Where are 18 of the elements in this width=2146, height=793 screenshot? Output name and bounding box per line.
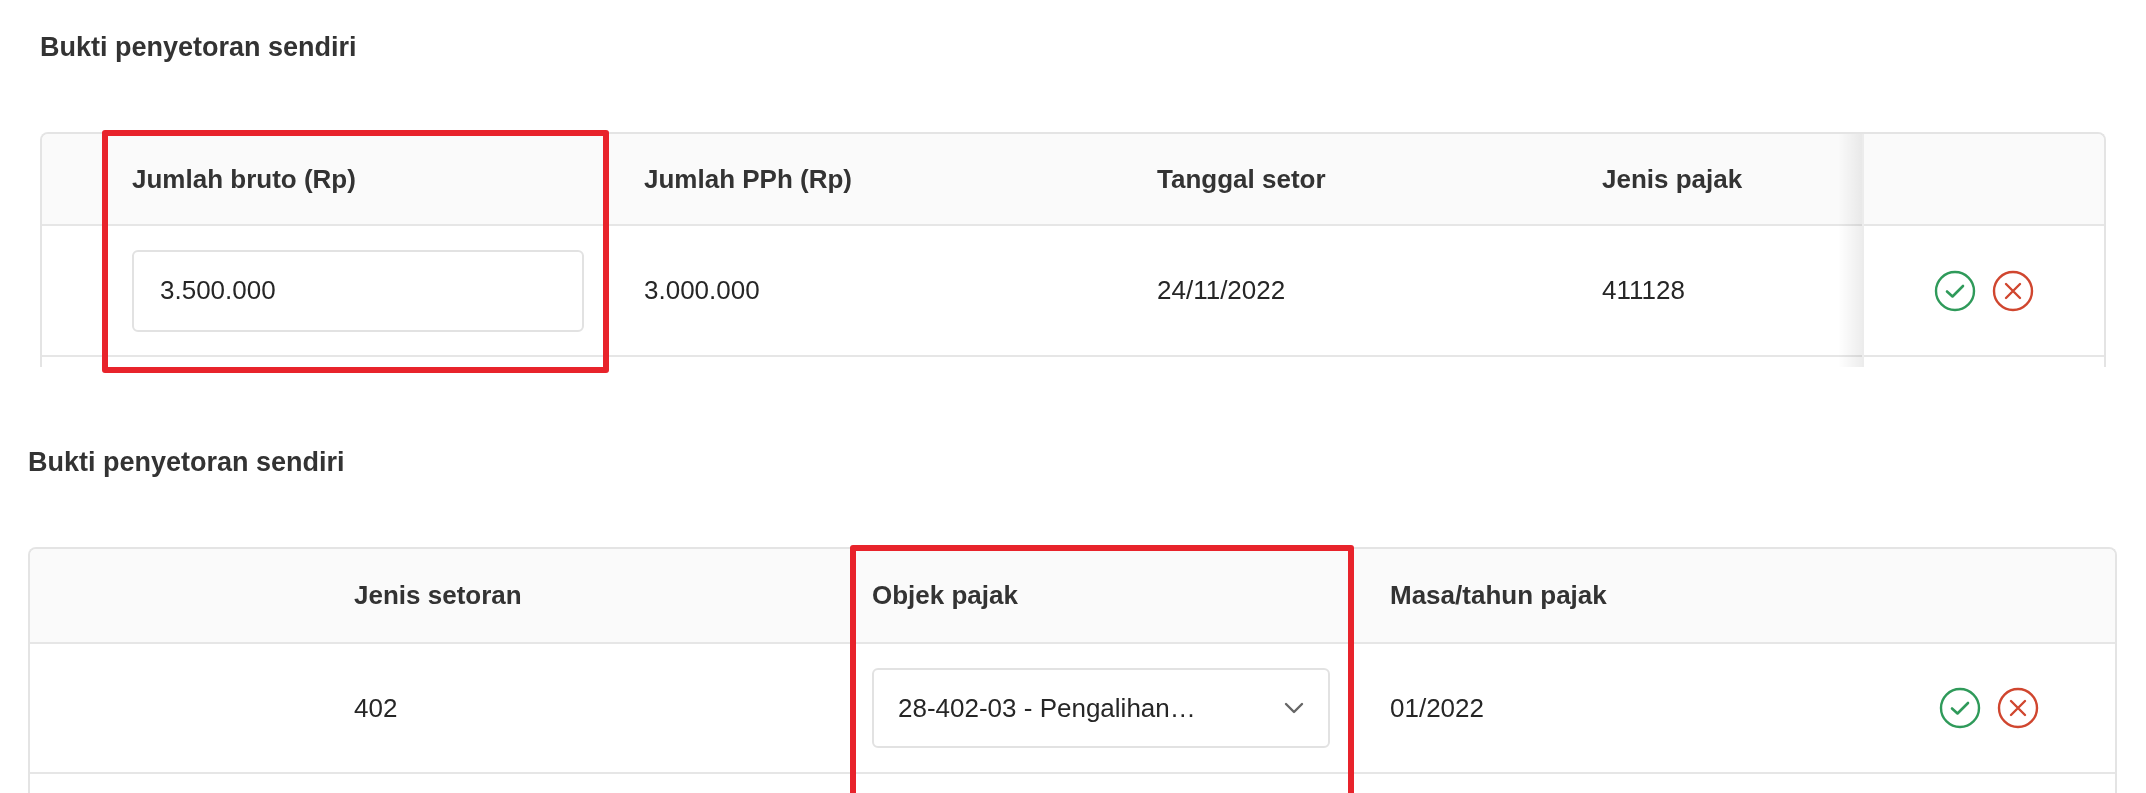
column-header: Masa/tahun pajak: [1354, 549, 1862, 644]
dropdown-field[interactable]: 28-402-03 - Pengalihan…: [872, 668, 1330, 748]
table-cell: 01/2022: [1354, 644, 1862, 774]
section-title: Bukti penyetoran sendiri: [28, 446, 345, 479]
amount-input[interactable]: 3.500.000: [132, 249, 584, 332]
column-header: Tanggal setor: [1122, 134, 1567, 226]
table-cell: 402: [322, 644, 850, 774]
column-header: Jumlah PPh (Rp): [609, 134, 1122, 226]
table-cell: 3.000.000: [609, 226, 1122, 357]
close-circle-icon[interactable]: [1996, 687, 2039, 729]
column-header: Jenis pajak: [1567, 134, 1862, 226]
table-cell: 24/11/2022: [1122, 226, 1567, 357]
column-header: Jenis setoran: [322, 549, 850, 644]
check-circle-icon[interactable]: [1938, 687, 1981, 729]
section-title: Bukti penyetoran sendiri: [40, 31, 357, 64]
close-circle-icon[interactable]: [1992, 269, 2034, 312]
chevron-down-icon: [1284, 702, 1304, 714]
check-circle-icon[interactable]: [1934, 269, 1976, 312]
